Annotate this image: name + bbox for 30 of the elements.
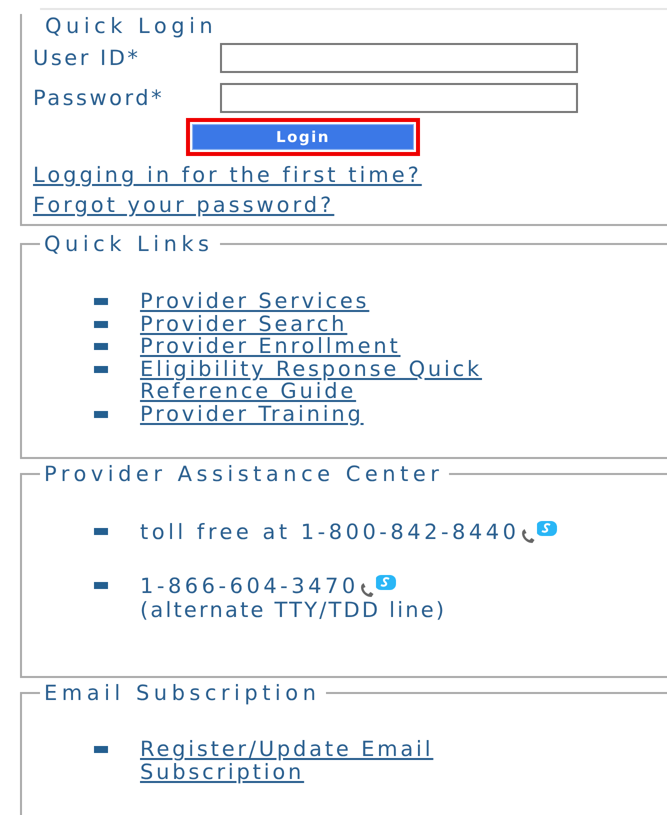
section-title: Email Subscription: [43, 682, 322, 704]
input-field[interactable]: [220, 43, 578, 73]
bullet-icon: [94, 528, 108, 535]
section-title: Quick Links: [43, 233, 215, 255]
bullet-icon: [94, 343, 108, 350]
bullet-icon: [94, 410, 108, 418]
quick-link[interactable]: Eligibility Response Quick Reference Guide: [140, 358, 580, 402]
input-field[interactable]: [220, 83, 578, 113]
phone-icon[interactable]: [358, 582, 375, 598]
bullet-icon: [94, 746, 108, 753]
phone-number: 1-866-604-3470: [140, 574, 359, 598]
quick-link[interactable]: Provider Services: [140, 290, 370, 312]
panel-title: Quick Login: [45, 14, 218, 38]
phone-icon[interactable]: [520, 528, 536, 544]
bullet-icon: [94, 582, 108, 589]
phone-number: toll free at 1-800-842-8440: [140, 520, 520, 544]
field-label: Password*: [33, 86, 166, 110]
quick-link[interactable]: Provider Search: [140, 312, 348, 335]
login-button[interactable]: Login: [192, 124, 414, 150]
quick-link[interactable]: Provider Enrollment: [140, 335, 401, 358]
bullet-icon: [94, 366, 108, 372]
bullet-icon: [94, 320, 108, 328]
help-link[interactable]: Logging in for the first time?: [33, 160, 422, 190]
phone-note: (alternate TTY/TDD line): [140, 598, 446, 622]
help-link[interactable]: Forgot your password?: [33, 190, 334, 220]
field-label: User ID*: [33, 46, 142, 70]
quick-link[interactable]: Provider Training: [140, 402, 364, 425]
quick-link[interactable]: Register/Update Email Subscription: [140, 738, 580, 783]
bullet-icon: [94, 298, 108, 305]
section-title: Provider Assistance Center: [43, 463, 444, 485]
